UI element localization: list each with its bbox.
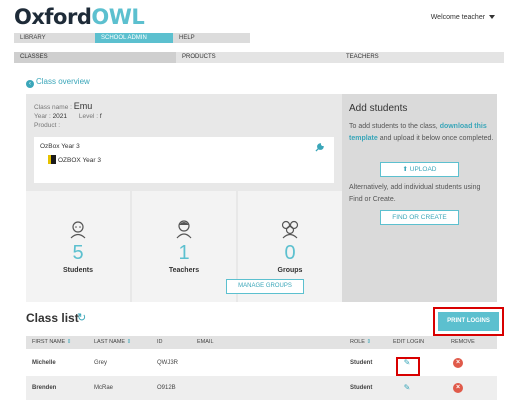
add-students-title: Add students — [349, 103, 408, 114]
class-list-title: Class list — [26, 311, 79, 325]
cell-first-name: Michelle — [32, 360, 56, 366]
nav-school-admin[interactable]: SCHOOL ADMIN — [95, 33, 173, 43]
col-first-name-label: FIRST NAME — [32, 339, 66, 345]
class-overview-link[interactable]: ‹ Class overview — [26, 77, 90, 88]
chevron-left-icon: ‹ — [26, 80, 34, 88]
col-id: ID — [157, 339, 163, 345]
main-nav: LIBRARY SCHOOL ADMIN HELP — [14, 33, 250, 43]
tab-products[interactable]: PRODUCTS — [176, 52, 340, 63]
cell-first-name: Brenden — [32, 385, 57, 391]
col-remove: REMOVE — [451, 339, 475, 345]
students-stat: 5 Students — [26, 191, 130, 302]
remove-icon[interactable]: × — [453, 383, 463, 393]
edit-icon[interactable]: ✎ — [402, 383, 412, 393]
col-role[interactable]: ROLE ⇕ — [350, 336, 371, 349]
groups-label: Groups — [277, 267, 303, 274]
print-logins-highlight: PRINT LOGINS — [433, 307, 504, 336]
product-name: OzBox Year 3 — [40, 143, 80, 150]
cell-last-name: Grey — [94, 360, 108, 366]
col-email: EMAIL — [197, 339, 214, 345]
cell-role: Student — [350, 385, 373, 391]
product-label: Product : — [34, 122, 61, 129]
upload-button[interactable]: ⬆ UPLOAD — [380, 162, 459, 177]
col-edit-login: EDIT LOGIN — [393, 339, 425, 345]
add-students-alt-text: Alternatively, add individual students u… — [349, 184, 481, 203]
level-value: f — [99, 113, 102, 120]
sort-icon: ⇕ — [366, 339, 372, 345]
col-role-label: ROLE — [350, 339, 365, 345]
wrench-icon[interactable] — [315, 143, 324, 154]
tab-classes[interactable]: CLASSES — [14, 52, 176, 63]
sort-icon: ⇕ — [126, 339, 132, 345]
nav-library[interactable]: LIBRARY — [14, 33, 95, 43]
oxford-owl-logo[interactable]: OxfordOWL — [14, 5, 145, 29]
logo-prefix: Oxford — [14, 5, 92, 29]
year-value: 2021 — [52, 113, 68, 120]
table-row: Brenden McRae O912B Student ✎ × — [26, 376, 497, 400]
class-details: Class name : Emu Year : 2021 Level : f P… — [34, 100, 102, 132]
find-or-create-button[interactable]: FIND OR CREATE — [380, 210, 459, 225]
teachers-label: Teachers — [168, 267, 200, 274]
caret-down-icon — [489, 15, 495, 20]
refresh-icon[interactable]: ↻ — [77, 311, 86, 324]
instructions-before: To add students to the class, — [349, 123, 438, 130]
sort-icon: ⇕ — [66, 339, 72, 345]
nav-help[interactable]: HELP — [173, 33, 250, 43]
tab-teachers[interactable]: TEACHERS — [340, 52, 504, 63]
upload-icon: ⬆ — [402, 166, 408, 173]
table-header: FIRST NAME ⇕ LAST NAME ⇕ ID EMAIL ROLE ⇕… — [26, 336, 497, 349]
book-icon — [48, 155, 56, 164]
logo-owl: OWL — [91, 5, 145, 29]
cell-role: Student — [350, 360, 373, 366]
cell-id: QWJ3R — [157, 360, 178, 366]
cell-last-name: McRae — [94, 385, 114, 391]
add-students-instructions: To add students to the class, download t… — [349, 121, 494, 145]
add-students-panel: Add students To add students to the clas… — [342, 94, 497, 302]
manage-groups-button[interactable]: MANAGE GROUPS — [226, 279, 304, 294]
remove-icon[interactable]: × — [453, 358, 463, 368]
product-sub-name: OZBOX Year 3 — [58, 157, 101, 164]
col-last-name-label: LAST NAME — [94, 339, 126, 345]
welcome-text: Welcome teacher — [430, 14, 486, 21]
print-logins-button[interactable]: PRINT LOGINS — [438, 312, 499, 331]
class-overview-label: Class overview — [36, 77, 90, 86]
user-menu[interactable]: Welcome teacher — [431, 14, 495, 21]
class-name-label: Class name : — [34, 104, 72, 111]
upload-label: UPLOAD — [409, 166, 437, 173]
students-label: Students — [63, 267, 93, 274]
students-count: 5 — [72, 242, 84, 264]
teachers-stat: 1 Teachers — [132, 191, 236, 302]
groups-count: 0 — [284, 242, 296, 264]
cell-id: O912B — [157, 385, 176, 391]
col-first-name[interactable]: FIRST NAME ⇕ — [32, 336, 71, 349]
level-label: Level : — [78, 113, 98, 120]
sub-nav: CLASSES PRODUCTS TEACHERS — [14, 52, 504, 63]
class-name-value: Emu — [73, 101, 93, 111]
table-row: Michelle Grey QWJ3R Student ✎ × — [26, 351, 497, 375]
product-sub: OZBOX Year 3 — [48, 155, 101, 164]
year-label: Year : — [34, 113, 51, 120]
col-last-name[interactable]: LAST NAME ⇕ — [94, 336, 131, 349]
top-bar: OxfordOWL Welcome teacher — [0, 0, 505, 32]
edit-login-highlight — [396, 357, 420, 376]
instructions-after: and upload it below once completed. — [379, 135, 494, 142]
product-card: OzBox Year 3 OZBOX Year 3 — [34, 137, 334, 183]
teachers-count: 1 — [178, 242, 190, 264]
